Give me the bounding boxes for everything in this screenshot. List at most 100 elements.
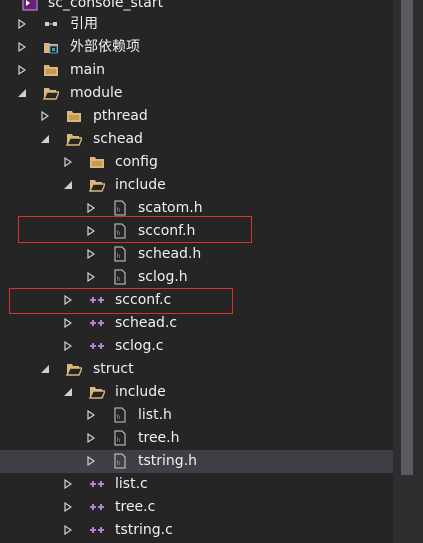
chevron-right-icon[interactable] [63, 479, 73, 489]
tree-item-list-h[interactable]: h list.h [0, 404, 393, 427]
tree-item-schead[interactable]: schead [0, 128, 393, 151]
solution-explorer-tree: sc_console_start 引用 外部依赖项 main module pt… [0, 0, 393, 543]
tree-item-scconf-c[interactable]: scconf.c [0, 289, 393, 312]
chevron-right-icon[interactable] [86, 203, 96, 213]
tree-item-label: sclog.c [115, 338, 164, 354]
chevron-right-icon[interactable] [40, 111, 50, 121]
svg-text:h: h [117, 207, 121, 214]
tree-item-label: sclog.h [138, 269, 188, 285]
header-file-icon: h [112, 453, 128, 469]
folder-icon [89, 154, 105, 170]
tree-item-scconf-h[interactable]: h scconf.h [0, 220, 393, 243]
tree-item-label: sc_console_start [48, 0, 164, 11]
tree-item-sclog-h[interactable]: h sclog.h [0, 266, 393, 289]
c-file-icon [89, 338, 105, 354]
tree-item-external-deps[interactable]: 外部依赖项 [0, 36, 393, 59]
tree-item-include[interactable]: include [0, 381, 393, 404]
tree-item-label: include [115, 384, 166, 400]
tree-item-include[interactable]: include [0, 174, 393, 197]
c-file-icon [89, 522, 105, 538]
tree-item-label: list.h [138, 407, 172, 423]
svg-text:h: h [117, 414, 121, 421]
chevron-right-icon[interactable] [86, 226, 96, 236]
tree-item-tree-h[interactable]: h tree.h [0, 427, 393, 450]
chevron-right-icon[interactable] [17, 19, 27, 29]
tree-item-label: schead.h [138, 246, 202, 262]
tree-item-tree-c[interactable]: tree.c [0, 496, 393, 519]
chevron-right-icon[interactable] [63, 295, 73, 305]
c-file-icon [89, 499, 105, 515]
chevron-right-icon[interactable] [63, 318, 73, 328]
tree-item-label: struct [93, 361, 134, 377]
svg-text:h: h [117, 230, 121, 237]
tree-item-label: scconf.h [138, 223, 196, 239]
tree-item-label: tstring.c [115, 522, 173, 538]
chevron-right-icon[interactable] [63, 525, 73, 535]
tree-item-label: tree.c [115, 499, 156, 515]
c-file-icon [89, 476, 105, 492]
header-file-icon: h [112, 430, 128, 446]
tree-item-label: scconf.c [115, 292, 172, 308]
chevron-down-icon[interactable] [63, 387, 73, 397]
chevron-right-icon[interactable] [86, 249, 96, 259]
chevron-right-icon[interactable] [63, 341, 73, 351]
tree-item-label: include [115, 177, 166, 193]
tree-item-schead-h[interactable]: h schead.h [0, 243, 393, 266]
tree-item-label: 外部依赖项 [70, 39, 140, 55]
chevron-right-icon[interactable] [17, 42, 27, 52]
chevron-right-icon[interactable] [63, 157, 73, 167]
tree-item-label: schead.c [115, 315, 178, 331]
header-file-icon: h [112, 246, 128, 262]
header-file-icon: h [112, 269, 128, 285]
folder-open-icon [66, 361, 82, 377]
header-file-icon: h [112, 223, 128, 239]
folder-open-icon [43, 85, 59, 101]
chevron-down-icon[interactable] [40, 134, 50, 144]
tree-item-label: tstring.h [138, 453, 198, 469]
scrollbar-thumb[interactable] [401, 0, 413, 475]
tree-item-schead-c[interactable]: schead.c [0, 312, 393, 335]
svg-text:h: h [117, 253, 121, 260]
folder-open-icon [89, 384, 105, 400]
chevron-down-icon[interactable] [40, 364, 50, 374]
tree-item-config[interactable]: config [0, 151, 393, 174]
tree-item-references[interactable]: 引用 [0, 13, 393, 36]
c-file-icon [89, 315, 105, 331]
vertical-scrollbar[interactable] [393, 0, 423, 543]
tree-item-main[interactable]: main [0, 59, 393, 82]
tree-item-scatom-h[interactable]: h scatom.h [0, 197, 393, 220]
references-icon [43, 16, 59, 32]
header-file-icon: h [112, 200, 128, 216]
tree-item-label: pthread [93, 108, 148, 124]
c-file-icon [89, 292, 105, 308]
chevron-right-icon[interactable] [86, 272, 96, 282]
chevron-right-icon[interactable] [17, 65, 27, 75]
folder-open-icon [66, 131, 82, 147]
tree-item-sclog-c[interactable]: sclog.c [0, 335, 393, 358]
chevron-down-icon[interactable] [63, 180, 73, 190]
tree-item-pthread[interactable]: pthread [0, 105, 393, 128]
svg-text:h: h [117, 460, 121, 467]
tree-item-label: 引用 [70, 16, 98, 32]
tree-item-tstring-h[interactable]: h tstring.h [0, 450, 393, 473]
chevron-right-icon[interactable] [63, 502, 73, 512]
chevron-right-icon[interactable] [86, 410, 96, 420]
external-deps-icon [43, 39, 59, 55]
folder-icon [43, 62, 59, 78]
tree-item-tstring-c[interactable]: tstring.c [0, 519, 393, 542]
folder-icon [66, 108, 82, 124]
tree-item-label: scatom.h [138, 200, 203, 216]
tree-item-list-c[interactable]: list.c [0, 473, 393, 496]
tree-item-label: module [70, 85, 123, 101]
chevron-down-icon[interactable] [17, 88, 27, 98]
tree-item-module[interactable]: module [0, 82, 393, 105]
chevron-right-icon[interactable] [86, 433, 96, 443]
tree-item-label: list.c [115, 476, 148, 492]
chevron-right-icon[interactable] [86, 456, 96, 466]
tree-item-label: config [115, 154, 158, 170]
svg-text:h: h [117, 276, 121, 283]
tree-item-label: tree.h [138, 430, 180, 446]
svg-text:h: h [117, 437, 121, 444]
tree-item-label: main [70, 62, 105, 78]
tree-item-struct[interactable]: struct [0, 358, 393, 381]
